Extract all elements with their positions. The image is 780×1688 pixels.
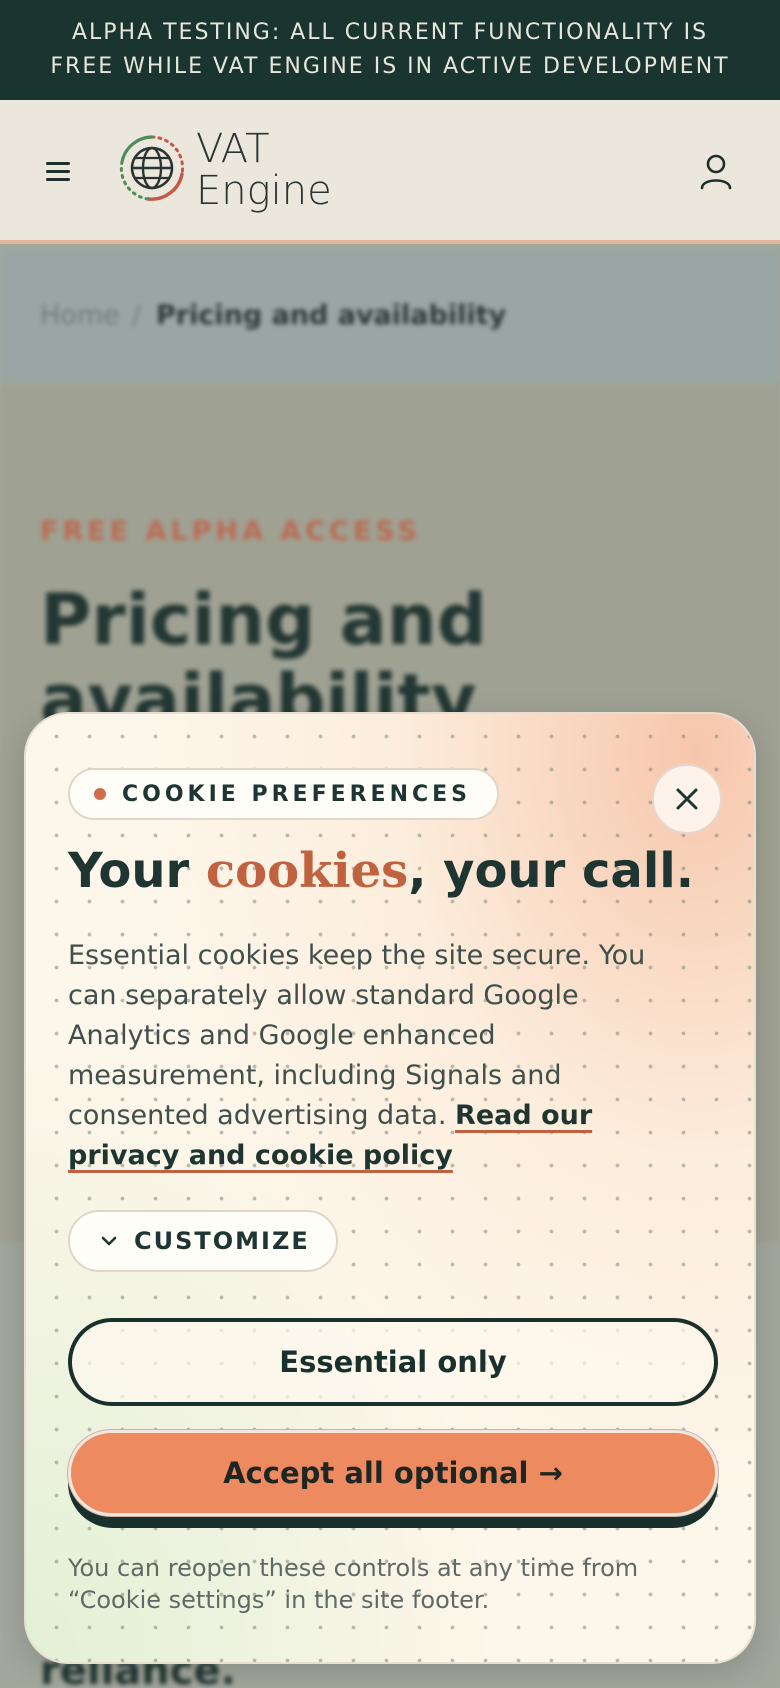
logo-line-1: VAT	[196, 126, 270, 172]
accept-all-optional-label: Accept all optional →	[223, 1456, 563, 1490]
dialog-description: Essential cookies keep the site secure. …	[68, 936, 648, 1176]
title-part-2: , your call.	[408, 843, 694, 899]
breadcrumb: Home / Pricing and availability	[0, 248, 780, 384]
breadcrumb-current: Pricing and availability	[156, 300, 507, 331]
logo-wordmark: VAT Engine	[196, 128, 332, 212]
hamburger-menu-icon[interactable]	[44, 156, 76, 188]
cookie-preferences-badge: COOKIE PREFERENCES	[68, 768, 500, 820]
close-icon	[676, 788, 698, 810]
logo[interactable]: VAT Engine	[118, 128, 338, 218]
cookie-preferences-dialog: COOKIE PREFERENCES Your cookies, your ca…	[24, 712, 756, 1664]
dialog-title: Your cookies, your call.	[68, 840, 694, 902]
site-header: VAT Engine	[0, 100, 780, 244]
title-part-1: Your	[68, 843, 206, 899]
cookie-preferences-label: COOKIE PREFERENCES	[122, 781, 472, 807]
customize-label: CUSTOMIZE	[134, 1227, 310, 1255]
user-icon[interactable]	[698, 152, 734, 192]
essential-only-label: Essential only	[279, 1345, 507, 1379]
close-button[interactable]	[652, 764, 722, 834]
alpha-banner-text: ALPHA TESTING: ALL CURRENT FUNCTIONALITY…	[50, 20, 730, 79]
title-accent: cookies	[205, 843, 409, 899]
hero-eyebrow: FREE ALPHA ACCESS	[40, 516, 421, 547]
logo-line-2: Engine	[196, 168, 332, 214]
chevron-down-icon	[101, 1236, 117, 1246]
customize-button[interactable]: CUSTOMIZE	[68, 1210, 338, 1272]
alpha-banner: ALPHA TESTING: ALL CURRENT FUNCTIONALITY…	[0, 0, 780, 100]
dialog-footnote: You can reopen these controls at any tim…	[68, 1554, 639, 1614]
status-dot	[94, 788, 106, 800]
breadcrumb-home-link[interactable]: Home	[40, 300, 120, 331]
globe-logo-icon	[119, 135, 185, 201]
breadcrumb-separator: /	[132, 300, 142, 331]
essential-only-button[interactable]: Essential only	[68, 1318, 718, 1406]
accept-all-optional-button[interactable]: Accept all optional →	[68, 1430, 718, 1516]
